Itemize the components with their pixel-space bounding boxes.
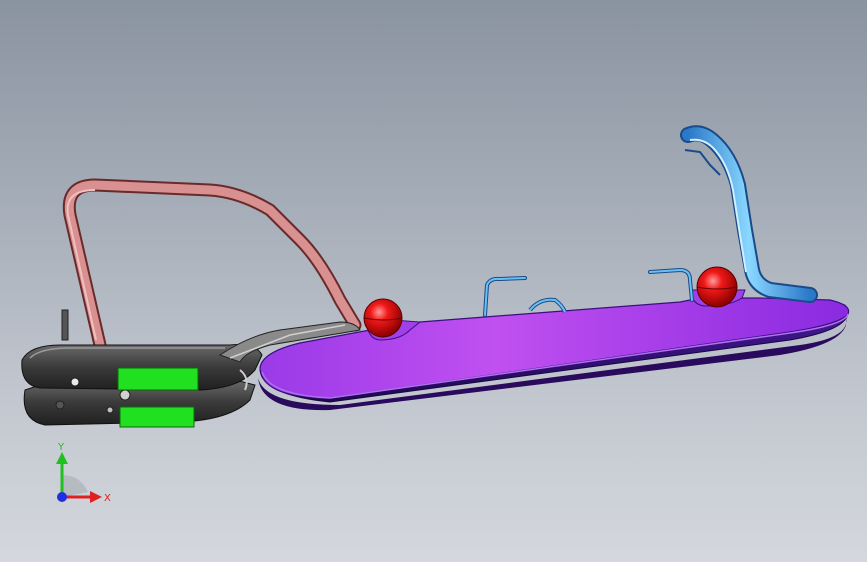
cable-small-right[interactable] bbox=[648, 267, 694, 302]
ball-right[interactable] bbox=[696, 266, 738, 308]
y-axis-label: Y bbox=[57, 442, 65, 453]
cable-vertical[interactable] bbox=[680, 125, 818, 303]
handle-pin bbox=[61, 309, 69, 341]
handle-loop[interactable] bbox=[62, 178, 362, 352]
cad-model[interactable] bbox=[0, 0, 867, 562]
green-tab-lower[interactable] bbox=[119, 406, 195, 428]
model-viewport[interactable]: Y X bbox=[0, 0, 867, 562]
x-axis-label: X bbox=[104, 493, 111, 504]
triad-plane bbox=[62, 475, 88, 497]
z-axis-dot bbox=[57, 492, 67, 502]
green-tab-upper[interactable] bbox=[117, 367, 199, 391]
ball-left[interactable] bbox=[363, 298, 403, 338]
orientation-triad: Y X bbox=[40, 440, 120, 515]
cable-small-left[interactable] bbox=[483, 276, 567, 317]
